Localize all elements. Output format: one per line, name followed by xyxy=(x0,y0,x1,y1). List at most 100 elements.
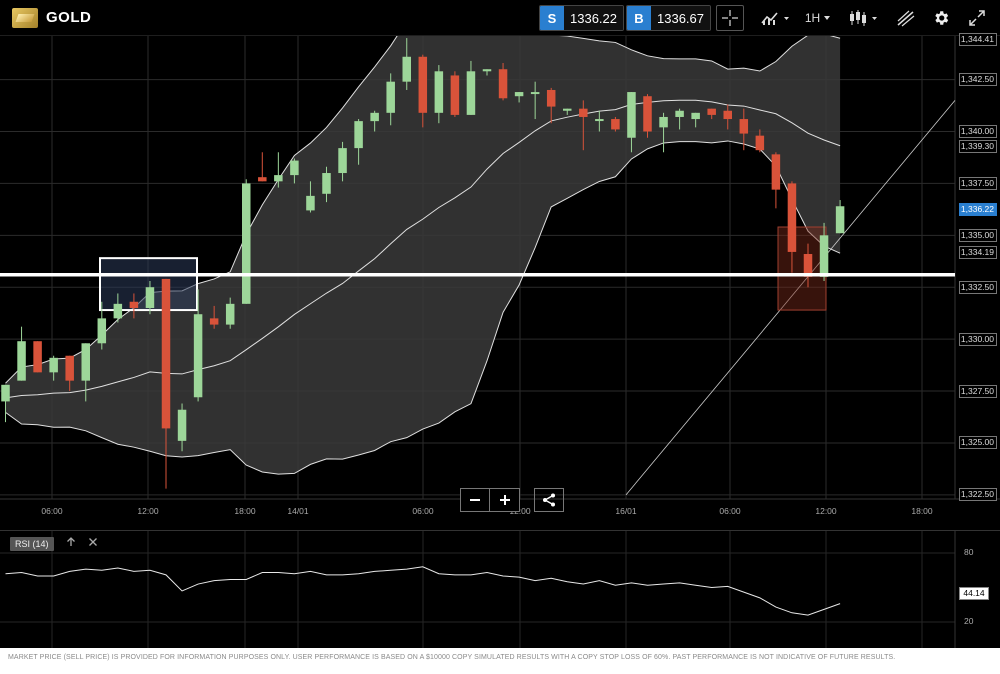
fullscreen-button[interactable] xyxy=(964,5,990,31)
time-tick-label: 18:00 xyxy=(911,506,933,516)
candle-body xyxy=(225,303,235,325)
time-tick-label: 12:00 xyxy=(137,506,159,516)
candle-body xyxy=(386,81,395,113)
settings-button[interactable] xyxy=(928,5,954,31)
candle-body xyxy=(659,116,668,128)
candle-body xyxy=(129,301,139,308)
plus-icon xyxy=(499,495,510,505)
rsi-level-label: 20 xyxy=(964,616,974,626)
timeframe-label: 1H xyxy=(804,11,821,25)
candle-body xyxy=(498,69,508,99)
top-toolbar: GOLD S 1336.22 B 1336.67 1H xyxy=(0,0,1000,36)
candle-body xyxy=(33,341,42,373)
candle-body xyxy=(274,175,283,182)
candle-body xyxy=(514,92,524,97)
candle-bearish xyxy=(33,341,42,373)
candle-body xyxy=(81,343,90,381)
candle-body xyxy=(97,318,107,344)
buy-price-button[interactable]: B 1336.67 xyxy=(626,5,711,31)
rsi-level-label: 80 xyxy=(964,547,974,557)
candlestick-chart[interactable] xyxy=(0,36,1000,523)
candle-body xyxy=(177,409,187,441)
minus-icon xyxy=(470,499,480,501)
candle-bearish xyxy=(611,116,620,132)
rsi-current-value: 44.14 xyxy=(959,587,989,601)
candle-body xyxy=(563,108,572,111)
candle-body xyxy=(723,110,732,120)
price-tick-label: 1,332.50 xyxy=(959,280,997,294)
candle-body xyxy=(338,148,347,174)
crosshair-icon xyxy=(722,10,738,26)
close-icon xyxy=(89,538,97,546)
price-chart[interactable]: 1,344.41 1,342.50 1,340.00 1,339.30 1,337.50… xyxy=(0,33,1000,523)
time-tick-label: 12:00 xyxy=(815,506,837,516)
candle-body xyxy=(65,355,74,381)
zoom-out-button[interactable] xyxy=(460,488,490,512)
price-tick-label: 1,335.00 xyxy=(959,228,997,242)
price-tick-label: 1,337.50 xyxy=(959,176,997,190)
time-tick-label: 06:00 xyxy=(41,506,63,516)
candle-body xyxy=(242,183,251,304)
candle-body xyxy=(370,112,379,122)
candle-bullish xyxy=(242,179,251,304)
timeframe-dropdown[interactable]: 1H xyxy=(803,5,833,31)
rsi-move-up-button[interactable] xyxy=(66,537,76,550)
time-tick-label: 16/01 xyxy=(615,506,637,516)
time-tick-label: 06:00 xyxy=(412,506,434,516)
candle-body xyxy=(787,183,797,252)
candle-body xyxy=(691,112,700,120)
candle-body xyxy=(466,71,476,115)
candle-body xyxy=(113,303,123,319)
buy-price: 1336.67 xyxy=(651,6,710,30)
time-tick-label: 18:00 xyxy=(234,506,256,516)
candle-body xyxy=(530,92,540,95)
candle-body xyxy=(354,121,363,149)
candle-body xyxy=(1,384,10,402)
candle-body xyxy=(643,96,652,132)
candle-bearish xyxy=(258,152,267,182)
rsi-panel: RSI (14) 80 20 44.14 xyxy=(0,530,1000,649)
candlestick-icon xyxy=(850,10,877,26)
crosshair-button[interactable] xyxy=(716,5,744,31)
candle-body xyxy=(546,89,556,107)
candle-body xyxy=(290,160,299,176)
candle-bearish xyxy=(450,71,460,117)
price-tick-label: 1,330.00 xyxy=(959,332,997,346)
share-icon xyxy=(543,493,555,507)
price-tick-label: 1,322.50 xyxy=(959,488,997,502)
candle-bullish xyxy=(17,326,26,381)
candle-body xyxy=(835,206,845,234)
price-tick-label: 1,344.41 xyxy=(959,33,997,47)
price-tick-label: 1,325.00 xyxy=(959,436,997,450)
candle-body xyxy=(755,135,765,151)
indicators-icon xyxy=(761,12,789,25)
candle-bearish xyxy=(643,94,652,138)
candle-body xyxy=(49,357,58,373)
candle-body xyxy=(322,173,331,194)
chart-type-button[interactable] xyxy=(845,5,881,31)
gold-bar-icon xyxy=(12,8,38,28)
arrow-up-icon xyxy=(67,537,75,546)
indicators-button[interactable] xyxy=(758,5,792,31)
zoom-in-button[interactable] xyxy=(490,488,520,512)
buy-tag: B xyxy=(627,6,651,30)
candle-body xyxy=(418,56,428,113)
gear-icon xyxy=(935,11,949,25)
instrument-name: GOLD xyxy=(46,9,92,26)
candle-body xyxy=(739,119,749,134)
candle-body xyxy=(17,341,26,381)
price-tick-label: 1,340.00 xyxy=(959,125,997,138)
drawing-tools-button[interactable] xyxy=(893,5,919,31)
drawing-tools-icon xyxy=(897,10,915,27)
candle-body xyxy=(306,195,315,211)
sell-price-button[interactable]: S 1336.22 xyxy=(539,5,624,31)
rsi-indicator-tag[interactable]: RSI (14) xyxy=(10,537,54,551)
share-button[interactable] xyxy=(534,488,564,512)
time-tick-label: 14/01 xyxy=(287,506,309,516)
rsi-close-button[interactable] xyxy=(88,537,98,550)
candle-body xyxy=(675,110,684,117)
price-tick-label: 1,334.19 xyxy=(959,245,997,259)
current-price-label: 1,336.22 xyxy=(959,203,997,217)
price-tick-label: 1,342.50 xyxy=(959,73,997,87)
sell-price: 1336.22 xyxy=(564,6,623,30)
